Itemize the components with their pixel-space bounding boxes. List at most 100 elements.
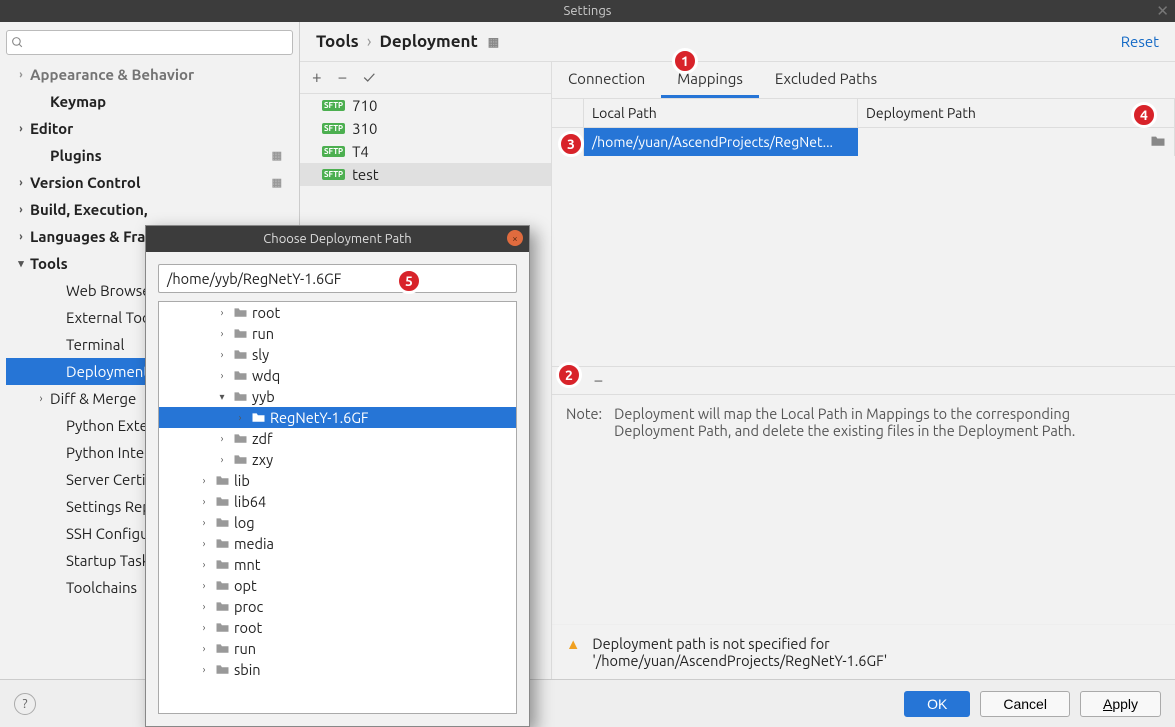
server-name: test bbox=[352, 166, 379, 183]
check-server-button[interactable]: ✓ bbox=[363, 68, 375, 87]
sftp-badge-icon: SFTP bbox=[322, 123, 345, 134]
dialog-path-input[interactable]: /home/yyb/RegNetY-1.6GF bbox=[158, 264, 517, 293]
chevron-icon: › bbox=[197, 475, 211, 486]
tab-excluded[interactable]: Excluded Paths bbox=[759, 62, 893, 98]
folder-item-log[interactable]: ›log bbox=[159, 512, 516, 533]
titlebar: Settings ✕ bbox=[0, 0, 1175, 22]
folder-item-zxy[interactable]: › zxy bbox=[159, 449, 516, 470]
folder-item-lib[interactable]: › lib bbox=[159, 470, 516, 491]
sidebar-item-appearance-behavior[interactable]: ›Appearance & Behavior bbox=[6, 61, 293, 88]
folder-item-yyb[interactable]: ▾yyb bbox=[159, 386, 516, 407]
ok-button[interactable]: OK bbox=[904, 691, 970, 717]
folder-item-run[interactable]: › run bbox=[159, 323, 516, 344]
sidebar-item-label: Tools bbox=[30, 255, 68, 272]
folder-icon bbox=[233, 367, 248, 384]
server-item-710[interactable]: SFTP710 bbox=[300, 94, 551, 117]
callout-badge-5: 5 bbox=[396, 268, 422, 294]
folder-item-root[interactable]: › root bbox=[159, 617, 516, 638]
folder-item-opt[interactable]: ›opt bbox=[159, 575, 516, 596]
dialog-close-icon[interactable]: × bbox=[507, 230, 523, 246]
chevron-icon: › bbox=[197, 601, 211, 612]
dialog-title: Choose Deployment Path bbox=[263, 232, 411, 246]
breadcrumb-part1: Tools bbox=[316, 32, 359, 51]
folder-item-media[interactable]: ›media bbox=[159, 533, 516, 554]
warning-line2: '/home/yuan/AscendProjects/RegNetY-1.6GF… bbox=[592, 652, 887, 669]
breadcrumb-menu-icon[interactable]: ▦ bbox=[488, 35, 500, 49]
folder-label: RegNetY-1.6GF bbox=[270, 409, 369, 426]
warning-icon: ▲ bbox=[566, 635, 580, 669]
folder-item-mnt[interactable]: ›mnt bbox=[159, 554, 516, 575]
folder-icon bbox=[251, 409, 266, 426]
callout-badge-3: 3 bbox=[558, 131, 584, 157]
sidebar-item-label: Languages & Fra bbox=[30, 228, 145, 245]
folder-label: root bbox=[252, 304, 280, 321]
server-item-test[interactable]: SFTPtest bbox=[300, 163, 551, 186]
folder-icon bbox=[215, 556, 230, 573]
window-title: Settings bbox=[564, 4, 612, 18]
chevron-icon: › bbox=[14, 69, 28, 81]
folder-item-zdf[interactable]: ›zdf bbox=[159, 428, 516, 449]
remove-server-button[interactable]: − bbox=[338, 68, 348, 87]
folder-label: run bbox=[252, 325, 274, 342]
sidebar-item-label: Terminal bbox=[66, 336, 124, 353]
folder-item-proc[interactable]: ›proc bbox=[159, 596, 516, 617]
folder-label: root bbox=[234, 619, 262, 636]
folder-label: lib bbox=[234, 472, 250, 489]
sidebar-item-build-execution-deployment[interactable]: ›Build, Execution, bbox=[6, 196, 293, 223]
folder-item-lib64[interactable]: ›lib64 bbox=[159, 491, 516, 512]
chevron-icon: › bbox=[197, 622, 211, 633]
sidebar-item-keymap[interactable]: Keymap bbox=[6, 88, 293, 115]
chevron-icon: › bbox=[34, 393, 48, 405]
chevron-icon: › bbox=[215, 349, 229, 360]
apply-button[interactable]: Apply bbox=[1080, 691, 1161, 717]
chevron-icon: › bbox=[197, 664, 211, 675]
sidebar-item-plugins[interactable]: Plugins▦ bbox=[6, 142, 293, 169]
choose-deployment-path-dialog: Choose Deployment Path × /home/yyb/RegNe… bbox=[145, 225, 530, 727]
sidebar-item-label: Diff & Merge bbox=[50, 390, 136, 407]
folder-item-run[interactable]: ›run bbox=[159, 638, 516, 659]
folder-label: sly bbox=[252, 346, 269, 363]
server-item-310[interactable]: SFTP310 bbox=[300, 117, 551, 140]
server-item-T4[interactable]: SFTPT4 bbox=[300, 140, 551, 163]
callout-badge-1: 1 bbox=[672, 48, 698, 74]
table-row[interactable]: /home/yuan/AscendProjects/RegNet... bbox=[552, 128, 1175, 156]
folder-label: wdq bbox=[252, 367, 280, 384]
note-label: Note: bbox=[566, 405, 602, 439]
folder-label: lib64 bbox=[234, 493, 266, 510]
chevron-icon: › bbox=[215, 328, 229, 339]
chevron-icon: › bbox=[14, 177, 28, 189]
chevron-icon: › bbox=[14, 123, 28, 135]
sidebar-item-editor[interactable]: ›Editor bbox=[6, 115, 293, 142]
folder-icon bbox=[233, 304, 248, 321]
tab-connection[interactable]: Connection bbox=[552, 62, 661, 98]
browse-deploy-path-icon[interactable] bbox=[1150, 134, 1166, 150]
breadcrumb: Tools › Deployment ▦ Reset bbox=[300, 22, 1175, 61]
sidebar-item-version-control[interactable]: ›Version Control▦ bbox=[6, 169, 293, 196]
reset-link[interactable]: Reset bbox=[1121, 33, 1159, 50]
cancel-button[interactable]: Cancel bbox=[980, 691, 1070, 717]
chevron-icon: › bbox=[215, 454, 229, 465]
folder-label: zxy bbox=[252, 451, 273, 468]
search-input[interactable] bbox=[24, 33, 288, 52]
chevron-icon: › bbox=[197, 538, 211, 549]
local-path-cell[interactable]: /home/yuan/AscendProjects/RegNet... bbox=[584, 128, 858, 156]
remove-mapping-button[interactable]: − bbox=[594, 371, 604, 390]
help-button[interactable]: ? bbox=[14, 693, 36, 715]
folder-item-wdq[interactable]: ›wdq bbox=[159, 365, 516, 386]
folder-item-sly[interactable]: › sly bbox=[159, 344, 516, 365]
breadcrumb-sep-icon: › bbox=[367, 32, 372, 51]
folder-item-sbin[interactable]: ›sbin bbox=[159, 659, 516, 680]
folder-label: yyb bbox=[252, 388, 275, 405]
folder-item-regnety-1-6gf[interactable]: ›RegNetY-1.6GF bbox=[159, 407, 516, 428]
window-close-icon[interactable]: ✕ bbox=[1156, 2, 1169, 20]
folder-icon bbox=[215, 535, 230, 552]
chevron-icon: › bbox=[197, 643, 211, 654]
chevron-icon: › bbox=[215, 433, 229, 444]
chevron-icon: › bbox=[14, 204, 28, 216]
callout-badge-4: 4 bbox=[1131, 102, 1157, 128]
folder-icon bbox=[215, 493, 230, 510]
folder-item-root[interactable]: ›root bbox=[159, 302, 516, 323]
chevron-icon: › bbox=[197, 517, 211, 528]
add-server-button[interactable]: + bbox=[312, 68, 322, 87]
search-field[interactable] bbox=[6, 30, 293, 55]
